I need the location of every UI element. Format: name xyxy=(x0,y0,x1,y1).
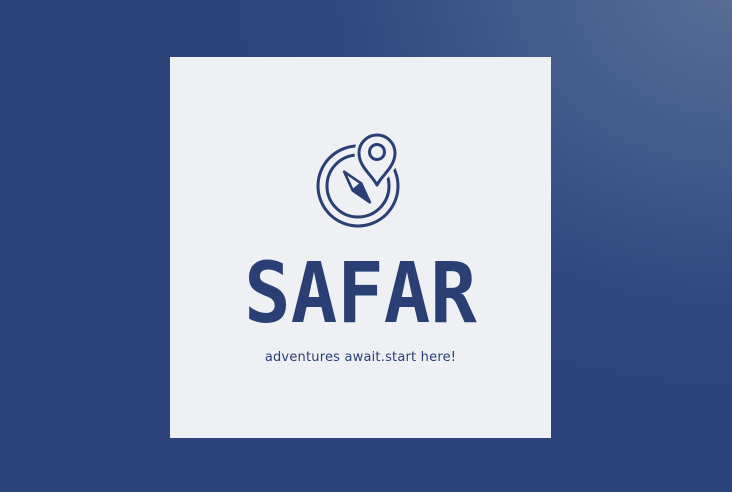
brand-tagline: adventures await.start here! xyxy=(264,350,457,365)
brand-name: SAFAR xyxy=(244,244,477,342)
compass-pin-icon xyxy=(308,130,414,231)
logo-card: SAFAR adventures await.start here! xyxy=(170,57,551,438)
